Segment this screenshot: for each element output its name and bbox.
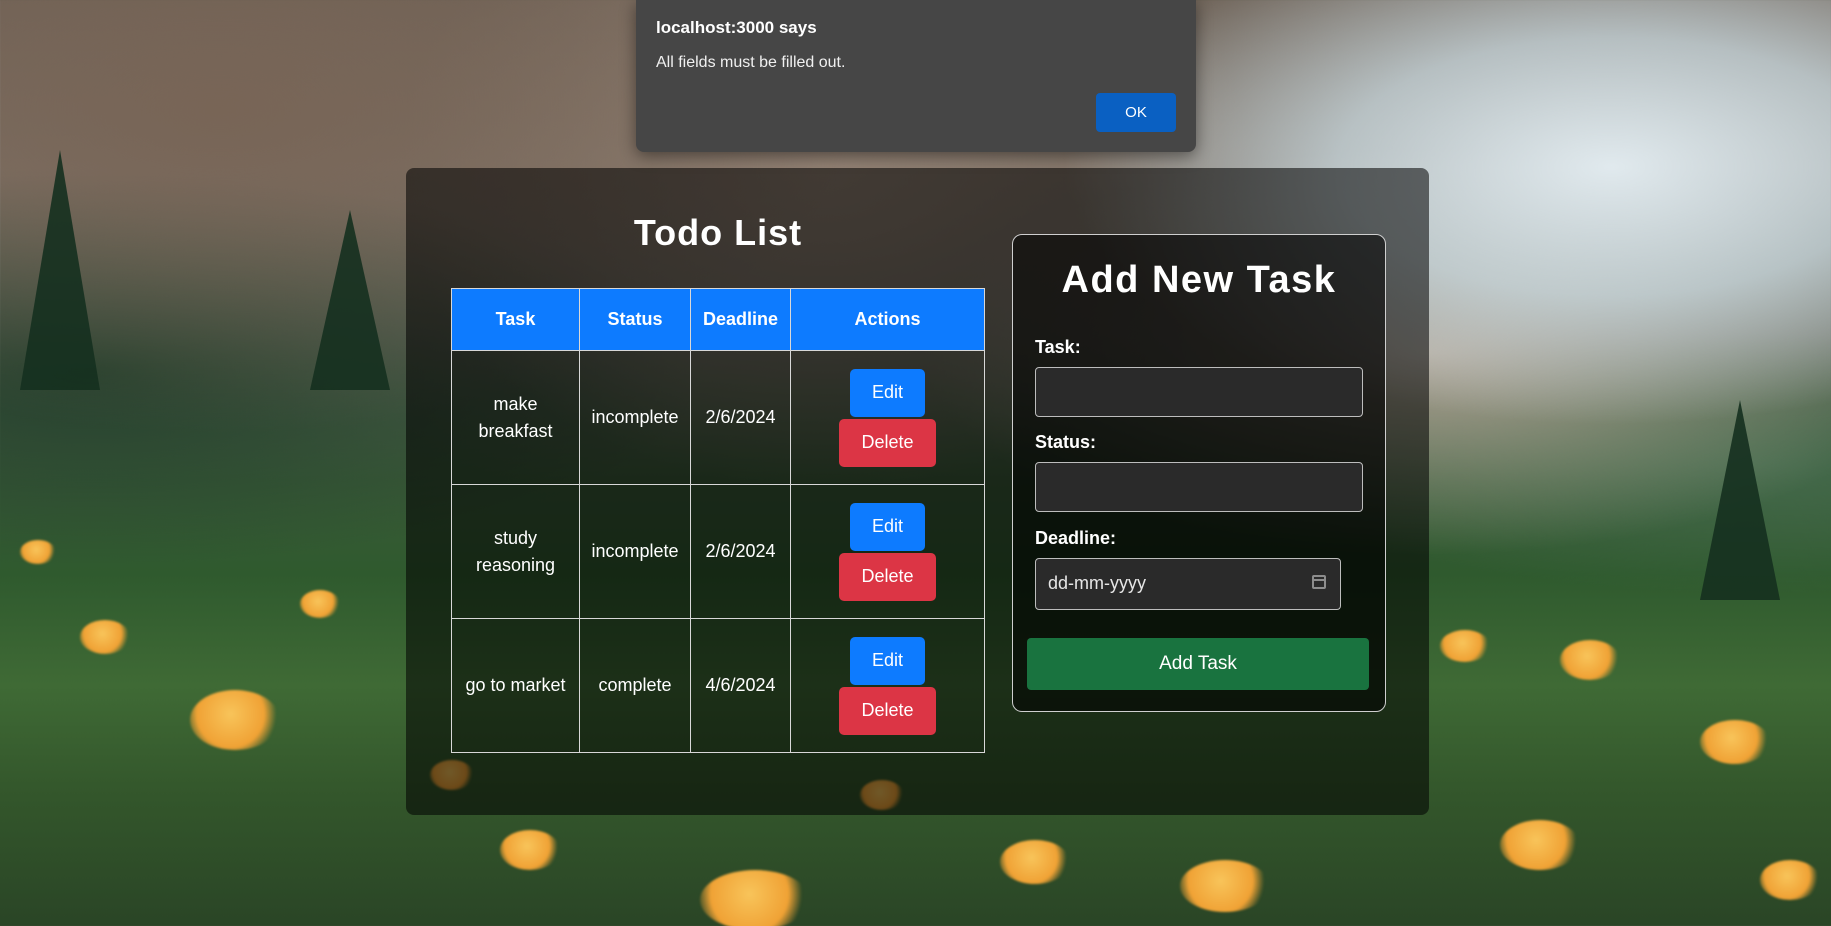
- flower-shape: [1500, 820, 1580, 870]
- deadline-placeholder: dd-mm-yyyy: [1048, 573, 1146, 593]
- status-cell: incomplete: [579, 484, 691, 619]
- flower-shape: [80, 620, 130, 654]
- task-label: Task:: [1035, 337, 1081, 357]
- edit-button[interactable]: Edit: [850, 368, 925, 417]
- flower-shape: [500, 830, 560, 870]
- calendar-icon[interactable]: [1312, 575, 1326, 589]
- alert-title: localhost:3000 says: [656, 18, 817, 37]
- task-cell: make breakfast: [451, 350, 580, 485]
- flower-shape: [300, 590, 340, 618]
- flower-shape: [700, 870, 810, 926]
- flower-shape: [1560, 640, 1620, 680]
- actions-cell: Edit Delete: [790, 484, 985, 619]
- flower-shape: [20, 540, 56, 564]
- actions-cell: Edit Delete: [790, 350, 985, 485]
- status-cell: incomplete: [579, 350, 691, 485]
- deadline-cell: 2/6/2024: [690, 484, 791, 619]
- flower-shape: [1180, 860, 1270, 912]
- delete-button[interactable]: Delete: [839, 418, 936, 467]
- deadline-label: Deadline:: [1035, 528, 1117, 548]
- status-cell: complete: [579, 618, 691, 753]
- table-row: make breakfast incomplete 2/6/2024 Edit …: [451, 350, 985, 485]
- actions-cell: Edit Delete: [790, 618, 985, 753]
- edit-button[interactable]: Edit: [850, 636, 925, 685]
- column-header-actions: Actions: [790, 288, 985, 351]
- column-header-task: Task: [451, 288, 580, 351]
- delete-button[interactable]: Delete: [839, 552, 936, 601]
- alert-ok-button[interactable]: OK: [1096, 93, 1176, 132]
- flower-shape: [1760, 860, 1820, 900]
- alert-message: All fields must be filled out.: [656, 54, 846, 71]
- column-header-deadline: Deadline: [690, 288, 791, 351]
- tree-shape: [20, 150, 100, 390]
- task-cell: go to market: [451, 618, 580, 753]
- action-buttons: Edit Delete: [801, 502, 974, 601]
- deadline-cell: 4/6/2024: [690, 618, 791, 753]
- column-header-status: Status: [579, 288, 691, 351]
- table-header-row: Task Status Deadline Actions: [451, 288, 985, 351]
- alert-dialog: localhost:3000 says All fields must be f…: [636, 0, 1196, 152]
- flower-shape: [1000, 840, 1070, 884]
- flower-shape: [1700, 720, 1770, 764]
- table-row: study reasoning incomplete 2/6/2024 Edit…: [451, 484, 985, 619]
- tree-shape: [310, 210, 390, 390]
- task-input[interactable]: [1035, 367, 1363, 417]
- todo-table: Task Status Deadline Actions make breakf…: [451, 288, 985, 753]
- status-input[interactable]: [1035, 462, 1363, 512]
- action-buttons: Edit Delete: [801, 636, 974, 735]
- deadline-cell: 2/6/2024: [690, 350, 791, 485]
- table-row: go to market complete 4/6/2024 Edit Dele…: [451, 618, 985, 753]
- flower-shape: [190, 690, 280, 750]
- task-cell: study reasoning: [451, 484, 580, 619]
- edit-button[interactable]: Edit: [850, 502, 925, 551]
- deadline-input[interactable]: dd-mm-yyyy: [1035, 558, 1341, 610]
- status-label: Status:: [1035, 432, 1097, 452]
- add-task-title: Add New Task: [1061, 259, 1337, 301]
- add-task-button[interactable]: Add Task: [1027, 638, 1369, 690]
- delete-button[interactable]: Delete: [839, 686, 936, 735]
- flower-shape: [1440, 630, 1490, 662]
- tree-shape: [1700, 400, 1780, 600]
- todo-title: Todo List: [633, 212, 803, 253]
- action-buttons: Edit Delete: [801, 368, 974, 467]
